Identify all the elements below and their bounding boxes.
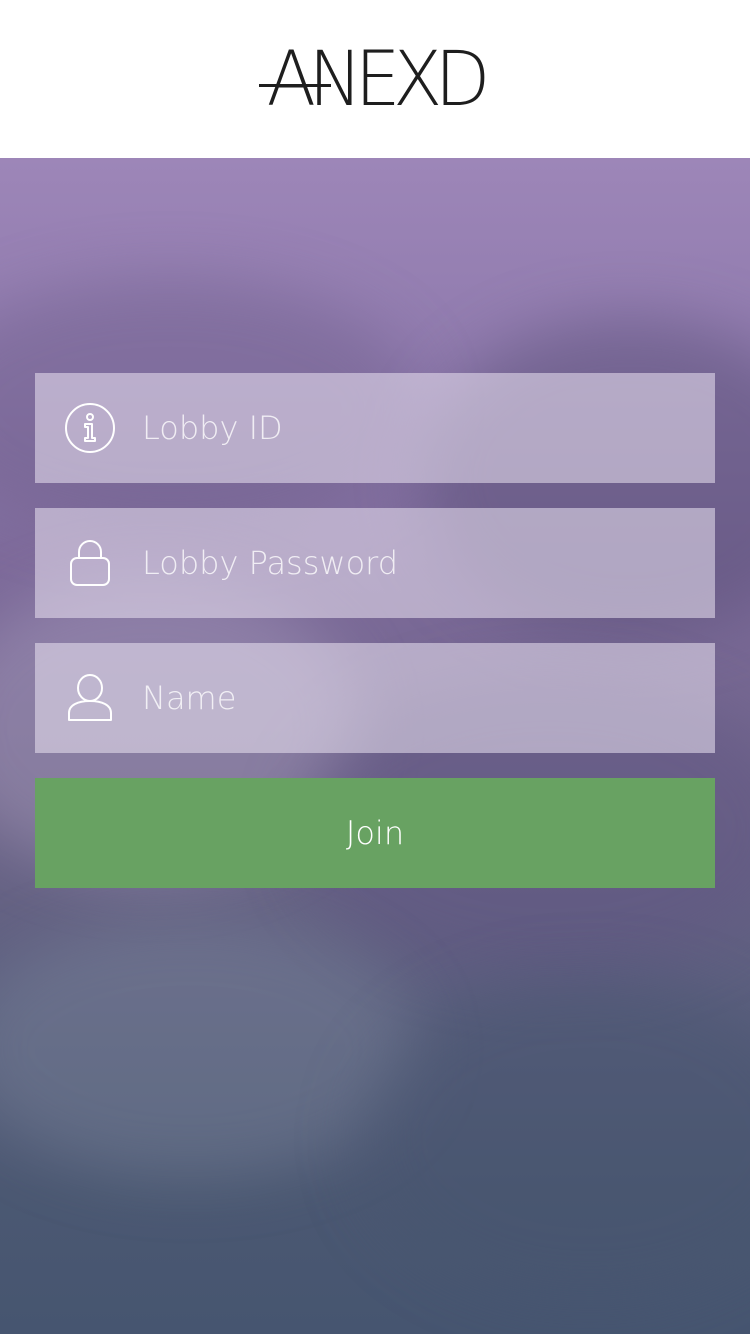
join-button[interactable]: Join (35, 778, 715, 888)
info-icon (62, 400, 118, 456)
logo-crossbar (259, 84, 331, 87)
name-field[interactable]: Name (35, 643, 715, 753)
lobby-password-input[interactable]: Lobby Password (142, 544, 398, 582)
user-icon (62, 670, 118, 726)
lobby-password-field[interactable]: Lobby Password (35, 508, 715, 618)
lock-icon (62, 535, 118, 591)
app-logo: ANEXD (266, 34, 491, 123)
lobby-id-input[interactable]: Lobby ID (142, 409, 283, 447)
name-input[interactable]: Name (142, 679, 236, 717)
app-header: ANEXD (0, 0, 750, 158)
lobby-id-field[interactable]: Lobby ID (35, 373, 715, 483)
join-button-label: Join (345, 814, 405, 852)
